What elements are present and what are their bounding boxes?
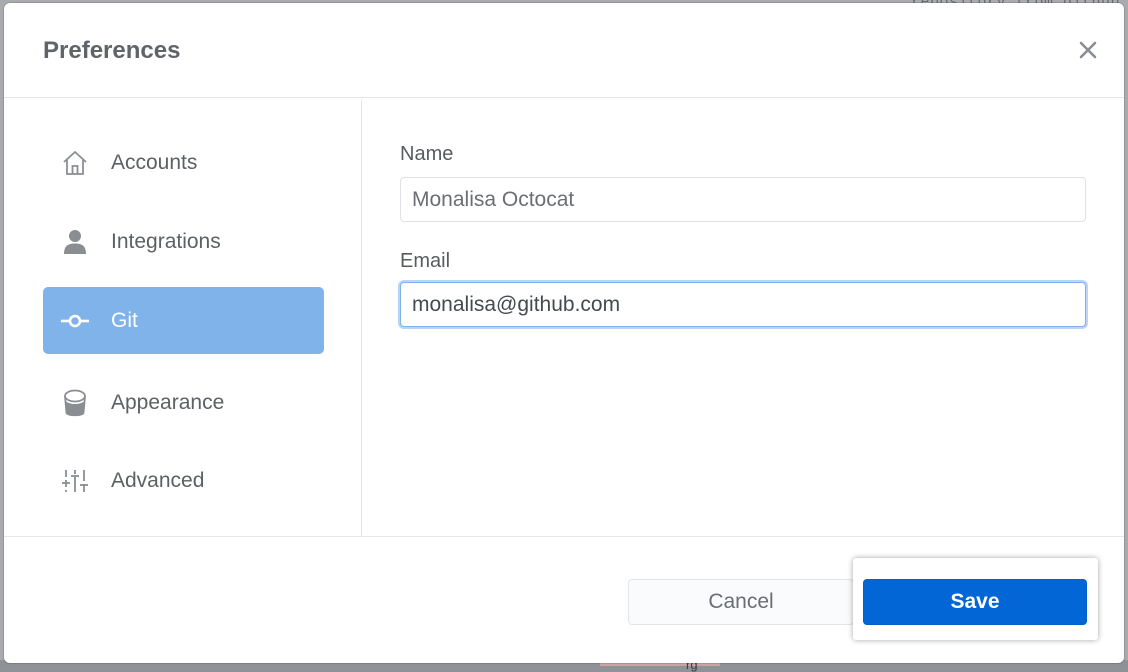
paintcan-icon <box>60 388 90 418</box>
dialog-footer: Cancel Save <box>4 536 1124 663</box>
dialog-header: Preferences <box>4 3 1124 98</box>
sidebar-item-integrations[interactable]: Integrations <box>43 208 324 275</box>
sidebar-item-label: Integrations <box>111 229 221 253</box>
sidebar-item-label: Git <box>111 308 138 332</box>
save-button[interactable]: Save <box>863 579 1087 625</box>
person-icon <box>60 227 90 257</box>
git-settings-panel: Name Email <box>363 99 1124 536</box>
email-field[interactable] <box>400 282 1086 327</box>
preferences-dialog: Preferences Accounts Integrations Git Ap… <box>4 3 1124 663</box>
close-icon <box>1079 41 1097 59</box>
sidebar-item-label: Accounts <box>111 150 198 174</box>
preferences-sidebar: Accounts Integrations Git Appearance Adv… <box>4 99 362 536</box>
name-label: Name <box>400 143 454 165</box>
cancel-button[interactable]: Cancel <box>628 579 854 625</box>
sidebar-item-label: Appearance <box>111 390 225 414</box>
sidebar-item-git[interactable]: Git <box>43 287 324 354</box>
sidebar-item-appearance[interactable]: Appearance <box>43 369 324 436</box>
email-label: Email <box>400 250 451 272</box>
name-field[interactable] <box>400 177 1086 222</box>
sidebar-item-advanced[interactable]: Advanced <box>43 447 324 514</box>
home-icon <box>60 148 90 178</box>
sidebar-item-accounts[interactable]: Accounts <box>43 129 324 196</box>
close-button[interactable] <box>1076 37 1100 63</box>
git-commit-icon <box>60 306 90 336</box>
dialog-title: Preferences <box>43 37 181 64</box>
settings-sliders-icon <box>60 466 90 496</box>
sidebar-item-label: Advanced <box>111 468 205 492</box>
